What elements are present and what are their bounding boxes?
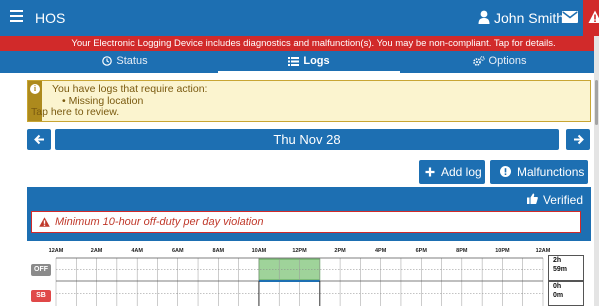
total-sb-hours: 0h [553,283,562,290]
duty-label-off: OFF [31,264,51,276]
log-grid[interactable] [0,0,599,306]
total-sb-minutes: 0m [553,292,564,299]
total-off-minutes: 59m [553,266,568,273]
total-sb: 0h 0m [548,281,584,306]
off-duty-period [258,258,321,281]
total-off: 2h 59m [548,255,584,281]
duty-label-sb: SB [31,290,51,302]
total-off-hours: 2h [553,257,562,264]
